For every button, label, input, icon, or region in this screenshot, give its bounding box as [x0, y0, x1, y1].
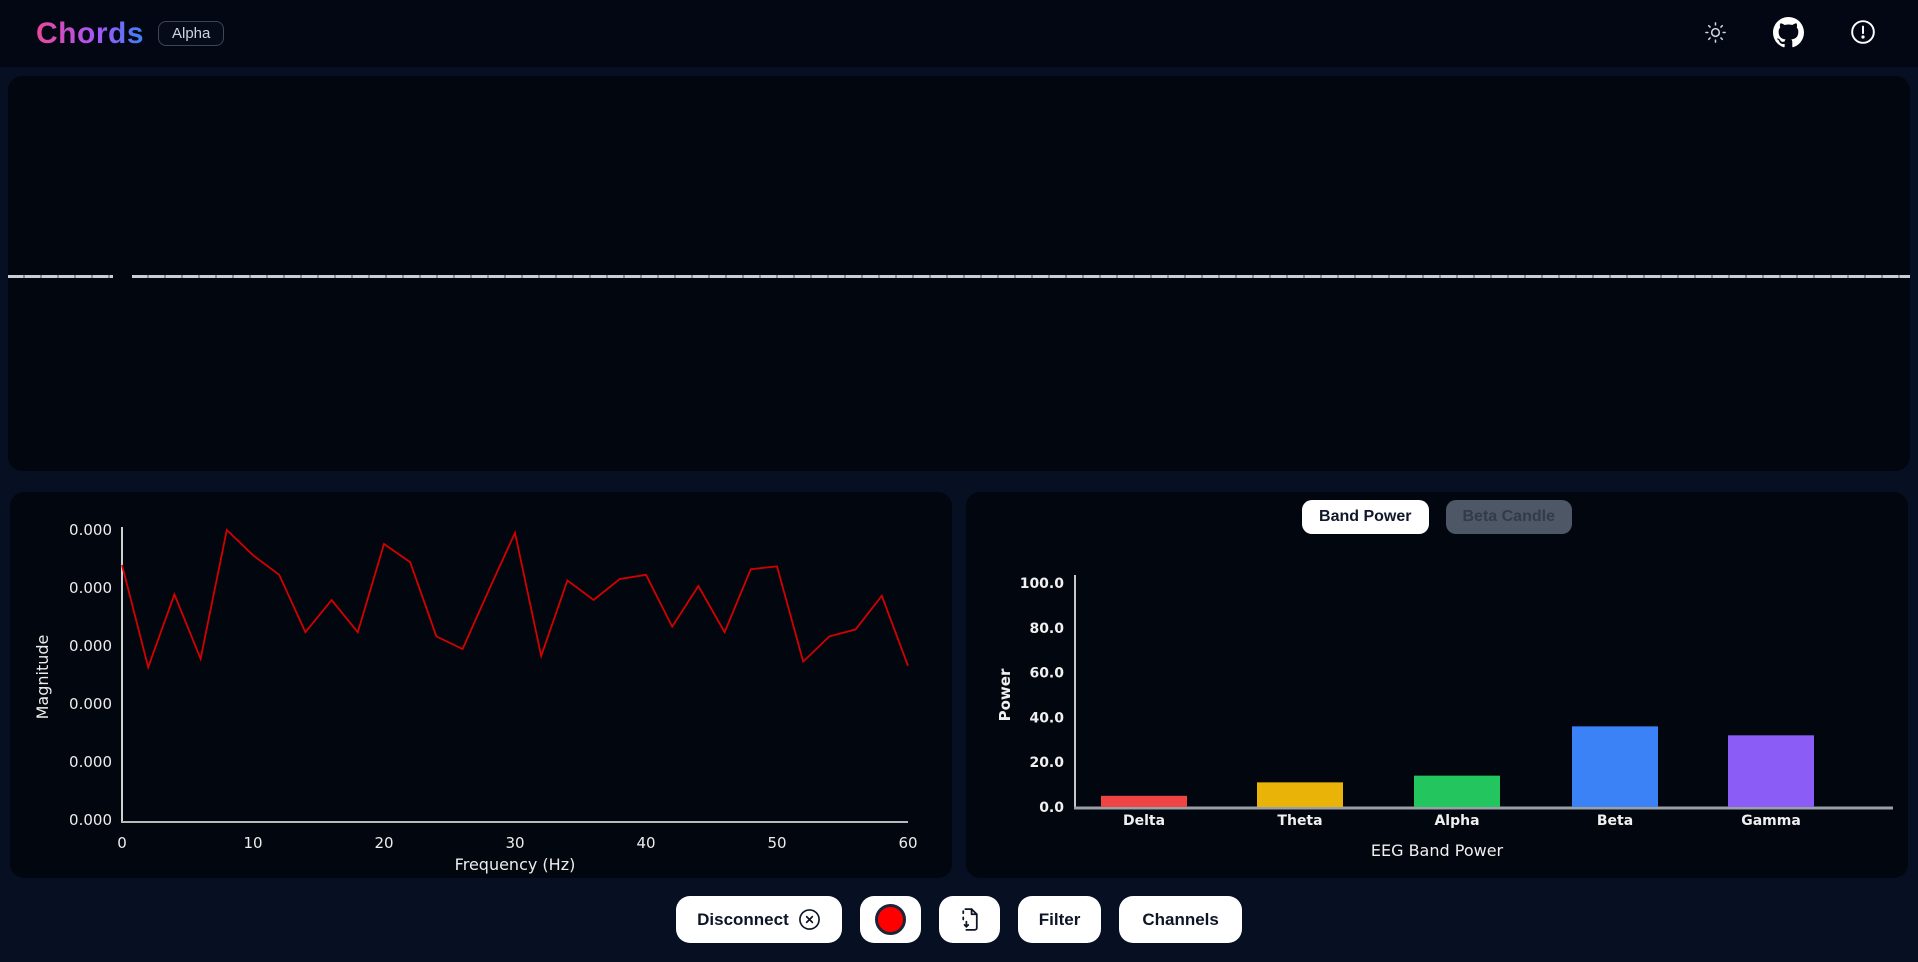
record-circle-icon: [875, 904, 906, 935]
alert-circle-icon: [1850, 19, 1876, 48]
signal-plot-panel: [8, 76, 1910, 471]
brand-wrap: Chords Alpha: [36, 17, 224, 51]
charts-row: 0.000 0.000 0.000 0.000 0.000 0.000 0 10 20 30 40 5…: [10, 492, 1908, 878]
info-button[interactable]: [1846, 15, 1880, 52]
signal-trace-left: [8, 275, 113, 278]
tab-band-power[interactable]: Band Power: [1302, 500, 1428, 534]
signal-trace-right: [132, 275, 1910, 278]
svg-text:0: 0: [117, 834, 127, 852]
svg-text:40: 40: [636, 834, 655, 852]
filter-label: Filter: [1039, 910, 1081, 930]
svg-text:Theta: Theta: [1277, 813, 1322, 829]
theme-toggle-button[interactable]: [1700, 17, 1731, 51]
svg-text:10: 10: [243, 834, 262, 852]
filter-button[interactable]: Filter: [1018, 896, 1102, 943]
band-power-chart: 0.0 20.0 40.0 60.0 80.0 100.0 Power Delta Theta A…: [966, 492, 1908, 878]
svg-text:Gamma: Gamma: [1741, 813, 1801, 829]
svg-text:40.0: 40.0: [1029, 710, 1064, 726]
svg-text:0.000: 0.000: [69, 521, 112, 539]
github-link[interactable]: [1769, 13, 1808, 55]
svg-text:20: 20: [374, 834, 393, 852]
record-button[interactable]: [860, 896, 921, 943]
svg-text:Delta: Delta: [1123, 813, 1165, 829]
band-tab-row: Band Power Beta Candle: [966, 500, 1908, 534]
svg-text:20.0: 20.0: [1029, 755, 1064, 771]
control-bar: Disconnect Filter Channels: [0, 896, 1918, 943]
svg-text:Magnitude: Magnitude: [33, 635, 52, 720]
svg-text:0.0: 0.0: [1039, 800, 1064, 816]
svg-text:50: 50: [767, 834, 786, 852]
svg-text:Power: Power: [996, 668, 1014, 721]
fft-panel: 0.000 0.000 0.000 0.000 0.000 0.000 0 10 20 30 40 5…: [10, 492, 952, 878]
fft-chart: 0.000 0.000 0.000 0.000 0.000 0.000 0 10 20 30 40 5…: [10, 492, 952, 878]
svg-text:0.000: 0.000: [69, 579, 112, 597]
alpha-badge: Alpha: [158, 21, 224, 46]
svg-text:Beta: Beta: [1597, 813, 1633, 829]
disconnect-label: Disconnect: [697, 910, 789, 930]
svg-text:60.0: 60.0: [1029, 666, 1064, 682]
circle-x-icon: [798, 908, 821, 931]
sun-icon: [1704, 21, 1727, 47]
file-log-button[interactable]: [939, 896, 1000, 943]
navbar-actions: [1700, 13, 1880, 55]
github-icon: [1773, 17, 1804, 51]
svg-text:0.000: 0.000: [69, 753, 112, 771]
svg-text:60: 60: [898, 834, 917, 852]
svg-text:100.0: 100.0: [1020, 576, 1065, 592]
svg-text:0.000: 0.000: [69, 637, 112, 655]
tab-beta-candle[interactable]: Beta Candle: [1446, 500, 1572, 534]
channels-button[interactable]: Channels: [1119, 896, 1242, 943]
channels-label: Channels: [1142, 910, 1219, 930]
navbar: Chords Alpha: [0, 0, 1918, 67]
svg-text:Frequency (Hz): Frequency (Hz): [455, 855, 576, 874]
svg-text:0.000: 0.000: [69, 811, 112, 829]
disconnect-button[interactable]: Disconnect: [676, 896, 842, 943]
svg-text:0.000: 0.000: [69, 695, 112, 713]
file-log-icon: [957, 907, 982, 932]
svg-text:30: 30: [505, 834, 524, 852]
svg-text:Alpha: Alpha: [1434, 813, 1479, 829]
svg-text:EEG Band Power: EEG Band Power: [1371, 841, 1504, 860]
svg-text:80.0: 80.0: [1029, 621, 1064, 637]
band-power-panel: Band Power Beta Candle 0.0 20.0 40.0 60.0 80…: [966, 492, 1908, 878]
app-logo: Chords: [36, 17, 144, 51]
